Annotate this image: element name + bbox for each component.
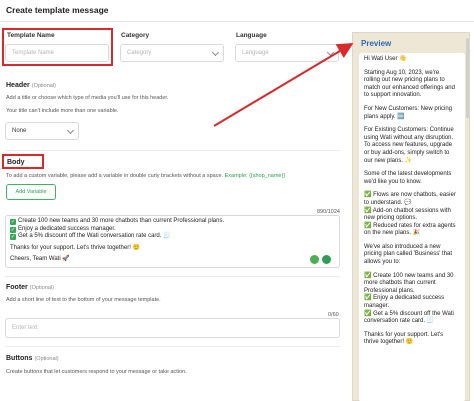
- body-line: ✓ Get a 5% discount off the Wati conversa…: [10, 233, 171, 240]
- footer-section-title: Footer (Optional): [6, 284, 54, 291]
- preview-panel: Preview Hi Wati User 👋 Starting Aug 10, 2…: [352, 32, 470, 401]
- highlight-template-name: [2, 28, 113, 66]
- header-help: Add a title or choose which type of medi…: [6, 95, 169, 101]
- preview-line: thrive together! 🙂: [364, 339, 414, 346]
- preview-line: pricing plan called 'Business' that: [364, 251, 453, 258]
- body-help: To add a custom variable, please add a v…: [6, 173, 285, 179]
- footer-title: Footer: [6, 284, 28, 291]
- buttons-section-title: Buttons (Optional): [6, 355, 59, 362]
- divider: [5, 346, 340, 347]
- buttons-help: Create buttons that let customers respon…: [6, 369, 187, 375]
- header-optional: (Optional): [31, 83, 56, 89]
- preview-line: using Wati without any disruption.: [364, 134, 454, 141]
- grammarly-icon[interactable]: [322, 255, 331, 264]
- body-help-text: To add a custom variable, please add a v…: [6, 173, 224, 179]
- header-type-select[interactable]: None: [5, 122, 79, 140]
- preview-line: Hi Wati User 👋: [364, 56, 407, 62]
- footer-help: Add a short line of text to the bottom o…: [6, 297, 161, 303]
- header-help-2: Your title can't include more than one v…: [6, 108, 119, 114]
- preview-line: on the new plans. 🎉: [364, 230, 421, 237]
- preview-line: manager.: [364, 303, 390, 310]
- category-select[interactable]: Category: [120, 44, 224, 62]
- body-textarea[interactable]: ✓ Create 100 new teams and 30 more chatbo…: [5, 215, 340, 268]
- chevron-down-icon: [211, 48, 220, 57]
- preview-line: Starting Aug 10, 2023, we're: [364, 69, 440, 76]
- modal-header: Create template message: [0, 0, 474, 22]
- preview-line: our new plans. ✨: [364, 157, 413, 164]
- footer-input[interactable]: Enter text: [5, 318, 340, 338]
- divider: [5, 276, 340, 277]
- preview-line: ✅ Enjoy a dedicated success: [364, 295, 445, 302]
- chevron-down-icon: [66, 126, 75, 135]
- preview-message-bubble: Hi Wati User 👋 Starting Aug 10, 2023, we'…: [359, 53, 465, 401]
- preview-line: We've also introduced a new: [364, 243, 441, 250]
- preview-line: match our enhanced offerings and: [364, 84, 455, 91]
- body-line: ✓ Enjoy a dedicated success manager.: [10, 225, 116, 233]
- header-type-value: None: [12, 128, 27, 134]
- language-label: Language: [236, 32, 267, 39]
- header-title: Header: [6, 82, 30, 89]
- body-example: Example: {{shop_name}}: [224, 173, 286, 179]
- scrollbar[interactable]: [466, 38, 469, 118]
- preview-line: more chatbots than current: [364, 280, 436, 287]
- preview-line: we'd like you to know.: [364, 178, 422, 185]
- preview-line: conversation rate card. 🧾: [364, 318, 435, 325]
- divider: [5, 150, 340, 151]
- body-line: Cheers, Team Wati 🚀: [10, 256, 70, 262]
- footer-optional: (Optional): [29, 285, 54, 291]
- preview-line: to understand. 💬: [364, 199, 412, 206]
- body-line: ✓ Create 100 new teams and 30 more chatbo…: [10, 218, 225, 225]
- modal-title: Create template message: [6, 5, 109, 15]
- preview-line: ✅ Add-on chatbot sessions with: [364, 207, 451, 214]
- preview-line: For New Customers: New pricing: [364, 105, 453, 112]
- preview-line: Some of the latest developments: [364, 171, 452, 178]
- preview-line: or buy add-ons, simply switch to: [364, 149, 450, 156]
- body-line: Thanks for your support. Let's thrive to…: [10, 244, 141, 251]
- preview-line: To access new features, upgrade: [364, 142, 453, 149]
- category-placeholder: Category: [127, 50, 152, 56]
- preview-line: to support innovation.: [364, 92, 422, 99]
- add-variable-button[interactable]: Add Variable: [6, 184, 56, 200]
- language-select[interactable]: Language: [235, 44, 339, 62]
- preview-line: For Existing Customers: Continue: [364, 127, 454, 134]
- buttons-optional: (Optional): [34, 356, 59, 362]
- preview-line: plans apply. 🆕: [364, 113, 405, 120]
- preview-title: Preview: [361, 39, 392, 48]
- header-section-title: Header (Optional): [6, 82, 56, 89]
- buttons-title: Buttons: [6, 355, 33, 362]
- check-icon: ✓: [10, 219, 16, 225]
- preview-line: ✅ Create 100 new teams and 30: [364, 272, 454, 279]
- preview-line: rolling out new pricing plans to: [364, 77, 445, 84]
- chevron-down-icon: [326, 48, 335, 57]
- preview-line: new pricing options.: [364, 215, 418, 222]
- preview-line: ✅ Flows are now chatbots, easier: [364, 192, 456, 199]
- location-icon[interactable]: [310, 255, 319, 264]
- check-icon: ✓: [10, 234, 16, 240]
- highlight-body: [2, 154, 44, 169]
- language-placeholder: Language: [242, 50, 269, 56]
- category-label: Category: [121, 32, 150, 39]
- check-icon: ✓: [10, 226, 16, 233]
- preview-line: allows you to:: [364, 259, 401, 266]
